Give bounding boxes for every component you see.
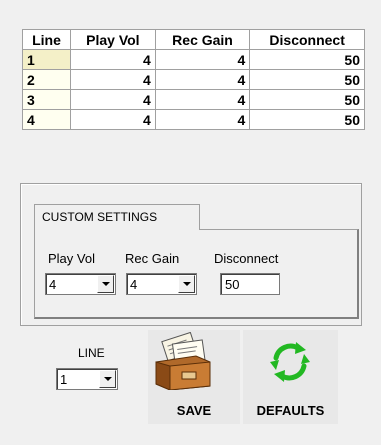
card-file-icon <box>155 332 211 390</box>
disconnect-label: Disconnect <box>214 251 279 266</box>
cell-line[interactable]: 3 <box>22 89 71 110</box>
line-label: LINE <box>78 346 105 360</box>
table-row[interactable]: 4 4 4 50 <box>22 109 365 130</box>
cell-rec-gain[interactable]: 4 <box>154 49 251 70</box>
chevron-down-icon[interactable] <box>178 275 195 293</box>
defaults-button[interactable]: DEFAULTS <box>243 330 338 424</box>
col-header-line: Line <box>22 29 71 50</box>
chevron-down-icon[interactable] <box>97 275 114 293</box>
cell-play-vol[interactable]: 4 <box>70 109 156 130</box>
defaults-button-label: DEFAULTS <box>256 403 325 418</box>
table-row[interactable]: 1 4 4 50 <box>22 49 365 70</box>
table-header-row: Line Play Vol Rec Gain Disconnect <box>22 29 365 50</box>
cell-play-vol[interactable]: 4 <box>70 69 156 90</box>
cell-disconnect[interactable]: 50 <box>249 89 365 110</box>
play-vol-label: Play Vol <box>48 251 95 266</box>
col-header-rec-gain: Rec Gain <box>154 29 251 50</box>
table-row[interactable]: 3 4 4 50 <box>22 89 365 110</box>
cell-rec-gain[interactable]: 4 <box>154 69 251 90</box>
play-vol-select[interactable]: 4 <box>45 273 116 295</box>
cell-rec-gain[interactable]: 4 <box>154 109 251 130</box>
cell-play-vol[interactable]: 4 <box>70 89 156 110</box>
col-header-disconnect: Disconnect <box>249 29 365 50</box>
tab-custom-settings[interactable]: CUSTOM SETTINGS <box>34 204 200 230</box>
cell-play-vol[interactable]: 4 <box>70 49 156 70</box>
cell-line[interactable]: 4 <box>22 109 71 130</box>
table-row[interactable]: 2 4 4 50 <box>22 69 365 90</box>
cell-disconnect[interactable]: 50 <box>249 109 365 130</box>
rec-gain-label: Rec Gain <box>125 251 180 266</box>
disconnect-input[interactable]: 50 <box>220 273 280 295</box>
line-select-value: 1 <box>60 372 68 387</box>
line-settings-table: Line Play Vol Rec Gain Disconnect 1 4 4 … <box>22 29 365 130</box>
refresh-icon <box>270 342 310 382</box>
save-button[interactable]: SAVE <box>148 330 240 424</box>
save-button-label: SAVE <box>176 403 212 418</box>
col-header-play-vol: Play Vol <box>70 29 156 50</box>
cell-rec-gain[interactable]: 4 <box>154 89 251 110</box>
cell-line[interactable]: 1 <box>22 49 71 70</box>
rec-gain-select[interactable]: 4 <box>126 273 197 295</box>
rec-gain-select-value: 4 <box>130 277 138 292</box>
cell-line[interactable]: 2 <box>22 69 71 90</box>
chevron-down-icon[interactable] <box>99 370 116 388</box>
line-select[interactable]: 1 <box>56 368 118 390</box>
play-vol-select-value: 4 <box>49 277 57 292</box>
cell-disconnect[interactable]: 50 <box>249 49 365 70</box>
cell-disconnect[interactable]: 50 <box>249 69 365 90</box>
